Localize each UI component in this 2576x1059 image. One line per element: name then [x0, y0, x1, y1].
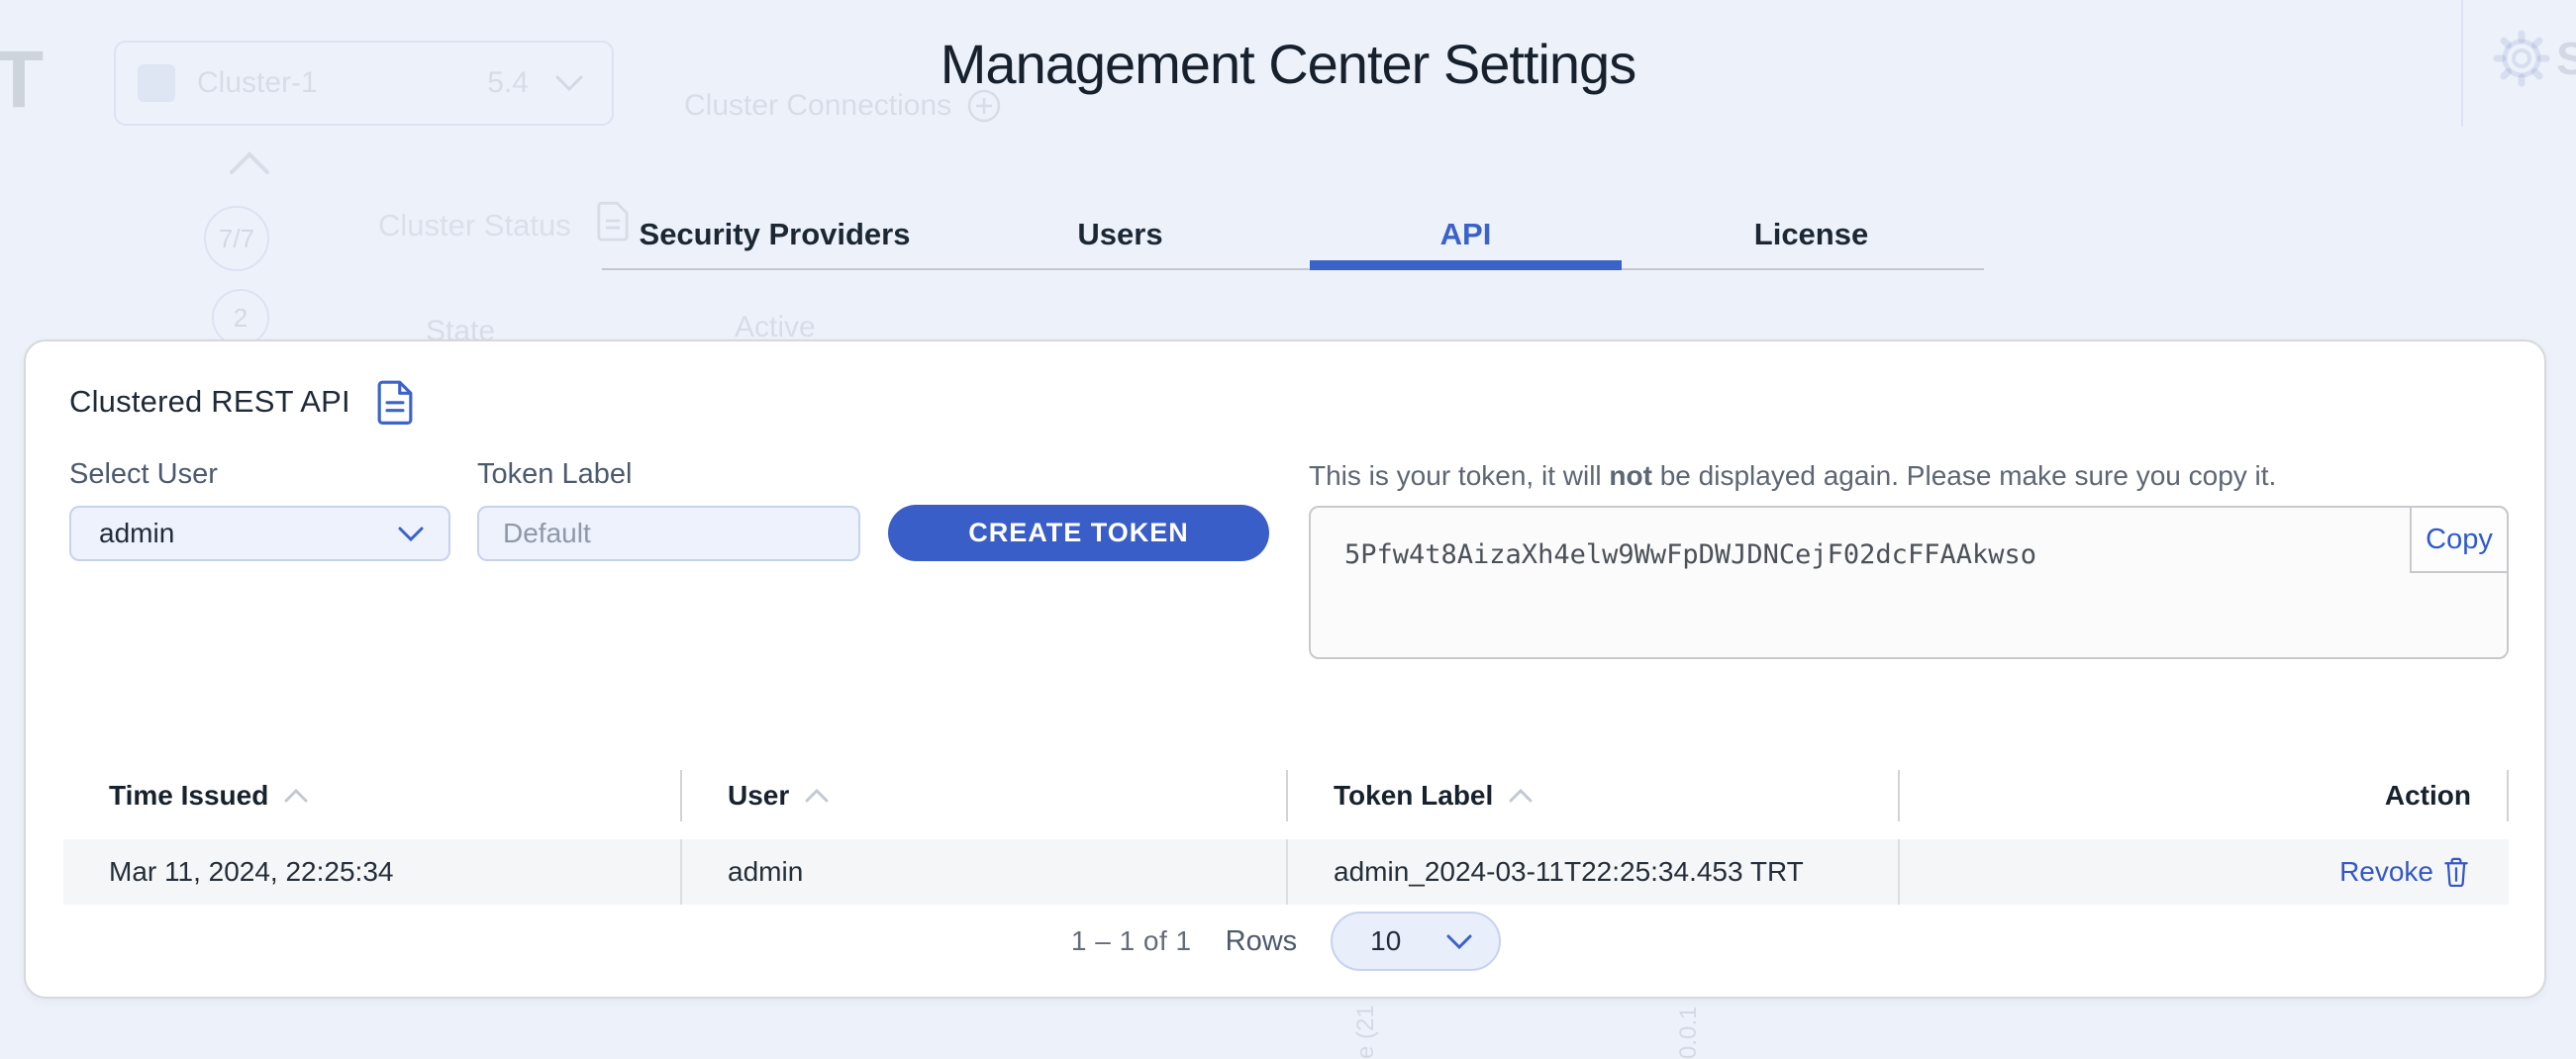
- notice-text: be displayed again. Please make sure you…: [1652, 460, 2276, 491]
- token-value: 5Pfw4t8AizaXh4elw9WwFpDWJDNCejF02dcFFAAk…: [1344, 539, 2036, 570]
- column-header-time-issued[interactable]: Time Issued: [63, 770, 680, 821]
- clients-badge: 2: [212, 289, 269, 346]
- select-user-field: Select User admin: [69, 458, 450, 561]
- api-panel: Clustered REST API Select User admin Tok…: [24, 339, 2546, 999]
- chart-axis-label: e (21: [1352, 1002, 1380, 1059]
- chevron-down-icon: [1445, 933, 1473, 950]
- copy-button[interactable]: Copy: [2410, 506, 2509, 573]
- tab-users[interactable]: Users: [947, 201, 1293, 268]
- cell-action: Revoke: [1898, 839, 2509, 905]
- select-user-dropdown[interactable]: admin: [69, 506, 450, 561]
- token-result-area: This is your token, it will not be displ…: [1309, 460, 2509, 659]
- column-label: Time Issued: [109, 780, 268, 812]
- rows-per-page-value: 10: [1370, 925, 1401, 957]
- table-header: Time Issued User Token Label: [63, 770, 2509, 821]
- create-token-button[interactable]: CREATE TOKEN: [888, 505, 1269, 561]
- panel-heading: Clustered REST API: [69, 379, 414, 425]
- column-header-token-label[interactable]: Token Label: [1286, 770, 1898, 821]
- column-label: Action: [2385, 780, 2471, 812]
- token-display-box: 5Pfw4t8AizaXh4elw9WwFpDWJDNCejF02dcFFAAk…: [1309, 506, 2509, 659]
- table-row: Mar 11, 2024, 22:25:34 admin admin_2024-…: [63, 839, 2509, 905]
- column-header-user[interactable]: User: [680, 770, 1286, 821]
- trash-icon[interactable]: [2443, 857, 2469, 887]
- cell-time-issued: Mar 11, 2024, 22:25:34: [63, 839, 680, 905]
- cell-token-label: admin_2024-03-11T22:25:34.453 TRT: [1286, 839, 1898, 905]
- members-badge: 7/7: [204, 206, 269, 271]
- rows-per-page-select[interactable]: 10: [1331, 912, 1501, 971]
- chevron-down-icon: [397, 526, 425, 542]
- cell-user: admin: [680, 839, 1286, 905]
- token-label-label: Token Label: [477, 458, 860, 491]
- document-icon[interactable]: [376, 379, 414, 425]
- chart-axis-label: 0.0.1: [1675, 1002, 1703, 1059]
- column-label: User: [728, 780, 789, 812]
- chevron-up-icon: [805, 789, 829, 803]
- notice-bold: not: [1609, 460, 1652, 491]
- token-label-input[interactable]: [477, 506, 860, 561]
- column-header-action: Action: [1898, 770, 2509, 821]
- chevron-up-icon: [1509, 789, 1533, 803]
- token-label-field: Token Label: [477, 458, 860, 561]
- management-center-settings-screen: T Cluster-1 5.4 Cluster Connections 7/7 …: [0, 0, 2576, 1059]
- pagination-range: 1 – 1 of 1: [1071, 925, 1192, 957]
- revoke-link[interactable]: Revoke: [2339, 856, 2433, 888]
- chevron-up-icon: [228, 150, 271, 176]
- tab-security-providers[interactable]: Security Providers: [602, 201, 947, 268]
- cluster-status-heading: Cluster Status: [378, 208, 571, 243]
- select-user-value: admin: [99, 518, 174, 549]
- tab-license[interactable]: License: [1638, 201, 1984, 268]
- tab-bar: Security Providers Users API License: [602, 201, 1984, 270]
- select-user-label: Select User: [69, 458, 450, 491]
- tab-api[interactable]: API: [1293, 201, 1638, 268]
- token-notice: This is your token, it will not be displ…: [1309, 460, 2509, 492]
- notice-text: This is your token, it will: [1309, 460, 1609, 491]
- chevron-up-icon: [284, 789, 308, 803]
- rows-per-page-label: Rows: [1226, 925, 1298, 958]
- pagination: 1 – 1 of 1 Rows 10: [63, 909, 2509, 974]
- tokens-table: Time Issued User Token Label: [63, 770, 2509, 905]
- panel-title: Clustered REST API: [69, 384, 350, 420]
- column-label: Token Label: [1334, 780, 1493, 812]
- page-title: Management Center Settings: [0, 32, 2576, 96]
